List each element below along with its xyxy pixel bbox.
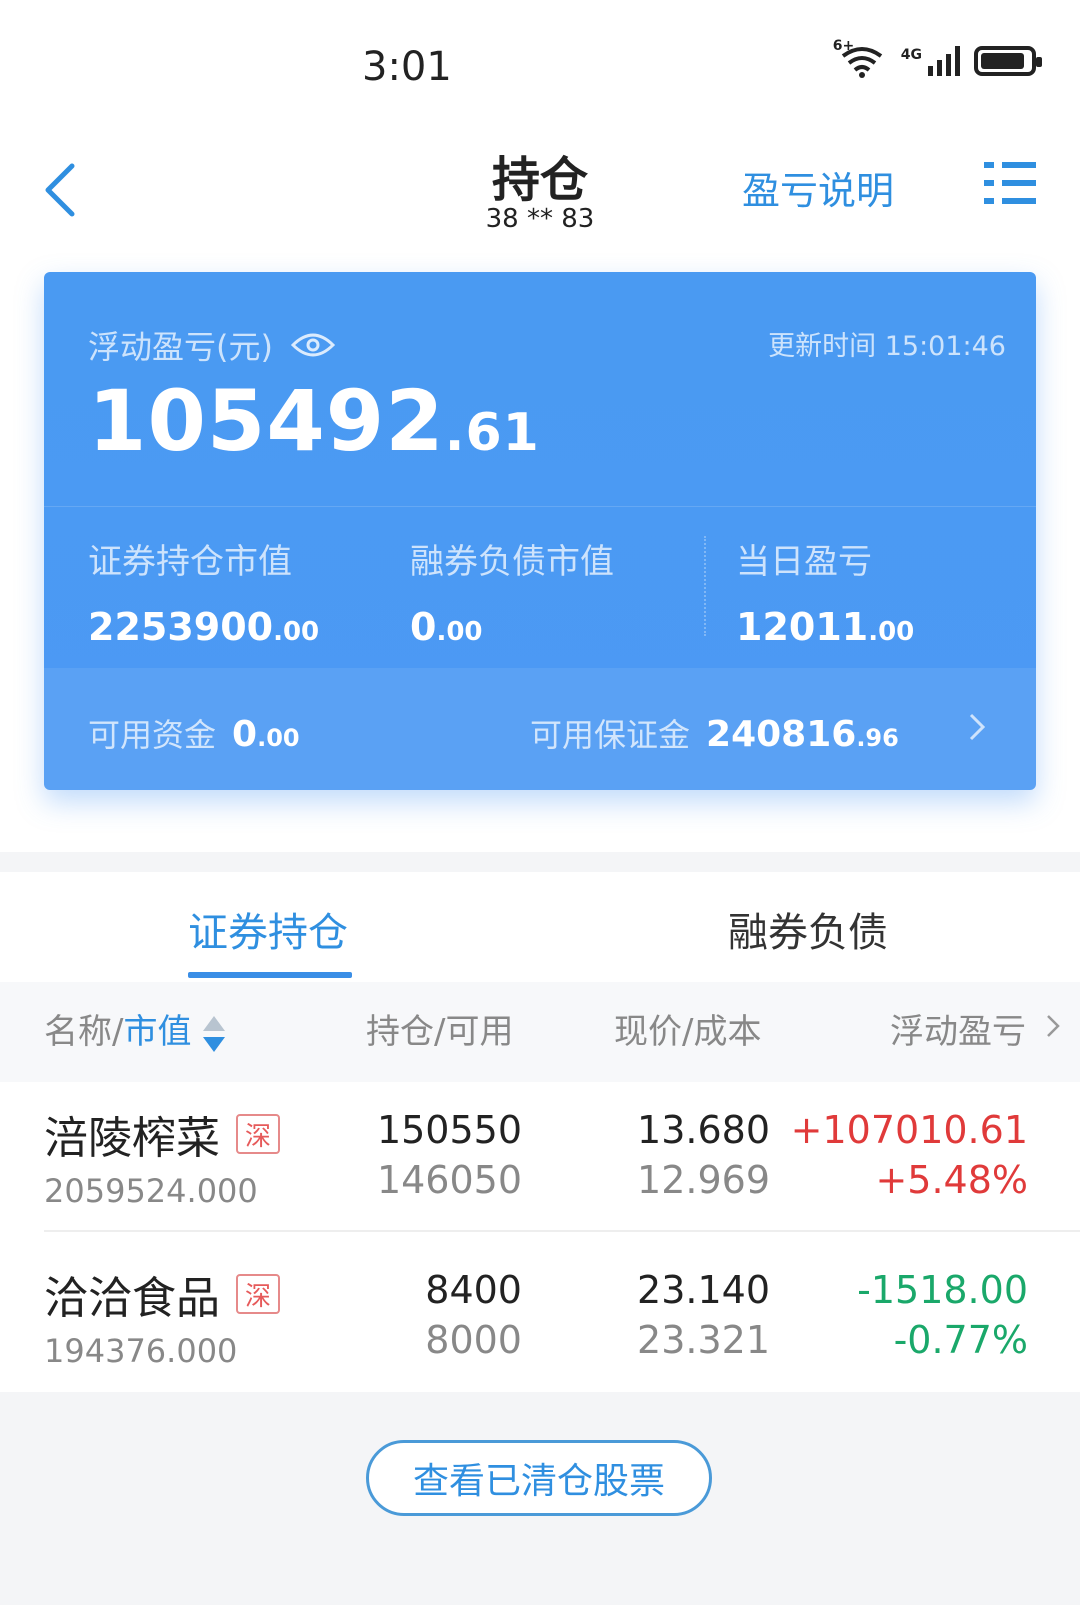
battery-level [981,53,1024,69]
header-name-highlight: 市值 [123,1012,192,1052]
table-row[interactable]: 涪陵榨菜 深 2059524.000 150550 146050 13.680 … [0,1082,1080,1232]
metric-dec: .00 [273,617,320,647]
float-pnl: +107010.61 [790,1108,1028,1152]
metric-label: 当日盈亏 [736,542,872,582]
metric-value: 2253900.00 [88,605,319,649]
header-name-value[interactable]: 名称/市值 [44,1004,227,1054]
metric-int: 12011 [736,605,869,649]
float-pnl-dec: .61 [444,403,540,463]
sort-icon[interactable] [201,1014,227,1054]
funds-row[interactable]: 可用资金 0.00 可用保证金 240816.96 [44,668,1036,790]
metric-int: 2253900 [88,605,274,649]
update-time: 更新时间 15:01:46 [768,331,1006,362]
metric-daily-pnl: 当日盈亏 12011.00 [736,534,914,649]
stock-name: 洽洽食品 深 [44,1262,280,1326]
table-header: 名称/市值 持仓/可用 现价/成本 浮动盈亏 [0,982,1080,1082]
metric-market-value: 证券持仓市值 2253900.00 [88,534,319,649]
stock-name: 涪陵榨菜 深 [44,1102,280,1166]
market-badge: 深 [236,1274,280,1314]
status-icons: 6+ 4G [833,38,1042,78]
wifi-label: 6+ [832,38,855,54]
float-pnl-value: 105492.61 [88,372,540,470]
active-tab-indicator [188,972,352,978]
page-title: 持仓 [491,152,588,208]
header-position: 持仓/可用 [366,1012,514,1052]
account-number: 38 ** 83 [485,204,595,234]
metric-int: 0 [410,605,437,649]
metric-label: 证券持仓市值 [88,542,292,582]
available-margin: 可用保证金 240816.96 [530,710,899,756]
available-cash-dec: .00 [257,724,300,752]
divider [44,506,1036,507]
market-badge: 深 [236,1114,280,1154]
nav-header: 持仓 38 ** 83 盈亏说明 [0,120,1080,250]
metric-dec: .00 [868,617,915,647]
available-margin-int: 240816 [706,714,857,755]
market-value: 2059524.000 [44,1172,258,1210]
metric-value: 0.00 [410,605,614,649]
view-cleared-stocks-button[interactable]: 查看已清仓股票 [366,1440,712,1516]
float-pnl-label: 浮动盈亏(元) [88,328,273,366]
available-cash: 可用资金 0.00 [88,710,300,756]
metric-short-liability: 融券负债市值 0.00 [410,534,614,649]
eye-icon[interactable] [290,331,335,359]
available-cash-int: 0 [232,714,258,755]
signal-icon [928,46,960,76]
available-margin-label: 可用保证金 [530,716,691,754]
float-pnl-pct: +5.48% [875,1158,1028,1202]
float-pnl: -1518.00 [857,1268,1028,1312]
available-qty: 146050 [376,1158,522,1202]
float-pnl-int: 105492 [88,372,445,470]
available-margin-dec: .96 [856,724,899,752]
available-cash-value: 0.00 [232,714,300,755]
summary-card: 浮动盈亏(元) 更新时间 15:01:46 105492.61 证券持仓市值 2… [44,272,1036,790]
status-bar: 3:01 6+ 4G [0,0,1080,120]
tab-holdings[interactable]: 证券持仓 [188,900,348,958]
chevron-right-icon[interactable] [968,712,986,742]
stock-name-text: 涪陵榨菜 [44,1113,220,1164]
holdings-list: 涪陵榨菜 深 2059524.000 150550 146050 13.680 … [0,1082,1080,1392]
available-cash-label: 可用资金 [88,716,217,754]
network-label: 4G [900,47,922,63]
status-time: 3:01 [362,44,452,90]
wifi-icon: 6+ [833,38,887,78]
vertical-divider [704,536,706,636]
metric-value: 12011.00 [736,605,914,649]
header-name-prefix: 名称/ [44,1012,124,1052]
pnl-explain-link[interactable]: 盈亏说明 [742,160,894,215]
chevron-right-icon[interactable] [1046,1014,1060,1038]
metric-label: 融券负债市值 [410,542,614,582]
float-pnl-label-group: 浮动盈亏(元) [88,322,335,368]
metric-dec: .00 [436,617,483,647]
header-pnl[interactable]: 浮动盈亏 [890,1004,1026,1053]
list-menu-icon[interactable] [984,160,1036,208]
holding-qty: 8400 [425,1268,522,1312]
available-margin-value: 240816.96 [706,714,899,755]
battery-icon [974,46,1042,76]
holding-qty: 150550 [376,1108,522,1152]
stock-name-text: 洽洽食品 [44,1273,220,1324]
table-row[interactable]: 洽洽食品 深 194376.000 8400 8000 23.140 23.32… [0,1242,1080,1392]
market-value: 194376.000 [44,1332,238,1370]
row-divider [44,1230,1080,1232]
header-price: 现价/成本 [614,1012,762,1052]
tab-bar: 证券持仓 融券负债 [0,872,1080,982]
tab-short-liabilities[interactable]: 融券负债 [728,900,888,958]
float-pnl-pct: -0.77% [893,1318,1028,1362]
available-qty: 8000 [425,1318,522,1362]
